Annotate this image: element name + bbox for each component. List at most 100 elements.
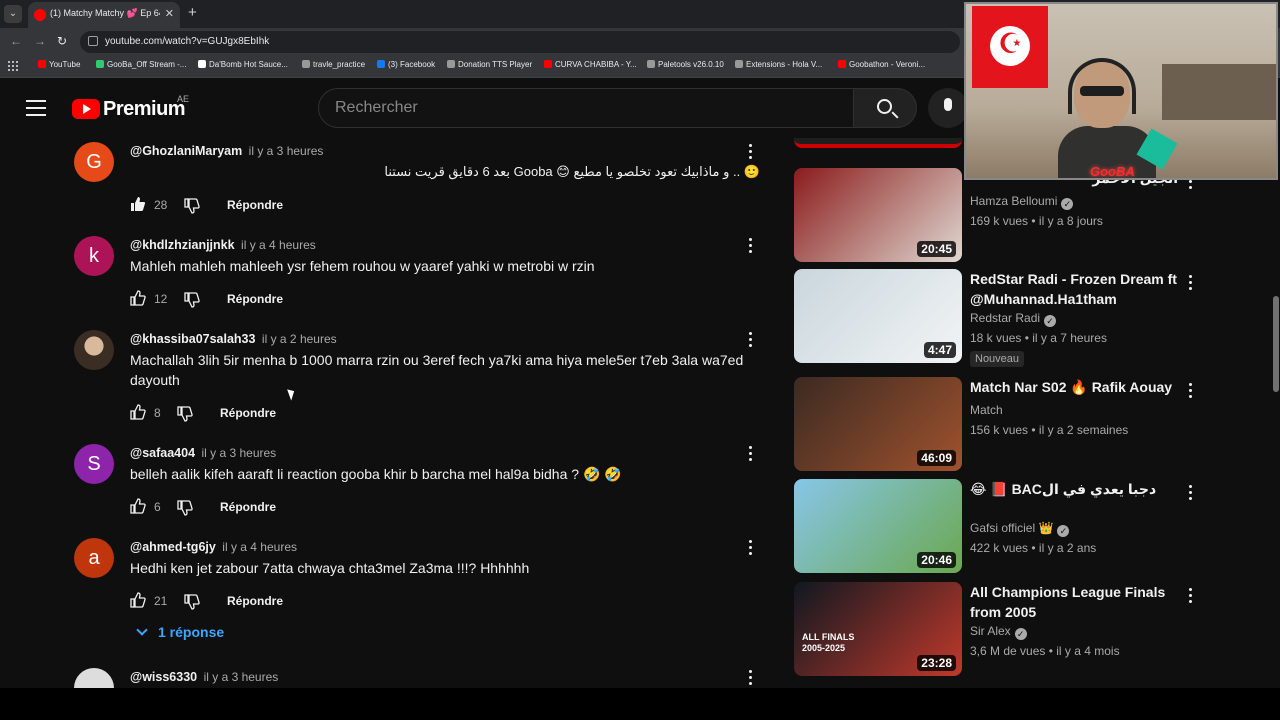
search-button[interactable] — [853, 88, 917, 128]
bookmark-item[interactable]: Da'Bomb Hot Sauce... — [198, 60, 288, 69]
dislike-icon[interactable] — [177, 500, 193, 516]
comment-more-icon[interactable] — [744, 144, 756, 162]
page-scrollbar[interactable] — [1272, 138, 1280, 688]
comment-time[interactable]: il y a 2 heures — [262, 332, 337, 346]
comment-more-icon[interactable] — [744, 332, 756, 350]
comment-author[interactable]: @wiss6330 — [130, 670, 197, 684]
tab-close-icon[interactable]: ✕ — [165, 7, 174, 20]
browser-tab[interactable]: (1) Matchy Matchy 💕 Ep 64: D ✕ — [28, 2, 180, 28]
reply-button[interactable]: Répondre — [227, 292, 283, 306]
comment-more-icon[interactable] — [744, 540, 756, 558]
like-icon[interactable] — [130, 196, 146, 212]
comment-time[interactable]: il y a 3 heures — [249, 144, 324, 158]
comment-time[interactable]: il y a 4 heures — [241, 238, 316, 252]
comment-author[interactable]: @GhozlaniMaryam — [130, 144, 242, 158]
dislike-icon[interactable] — [184, 292, 200, 308]
bookmark-item[interactable]: Goobathon - Veroni... — [838, 60, 925, 69]
microphone-icon[interactable] — [928, 88, 968, 128]
search-box[interactable] — [318, 88, 854, 128]
search-input[interactable] — [335, 89, 835, 127]
video-thumbnail[interactable] — [794, 138, 962, 148]
comment-author[interactable]: @ahmed-tg6jy — [130, 540, 216, 554]
video-more-icon[interactable] — [1185, 275, 1195, 293]
video-channel[interactable]: Redstar Radi ✓ — [970, 311, 1057, 327]
reload-icon[interactable]: ↻ — [57, 34, 67, 48]
avatar[interactable]: S — [74, 444, 114, 484]
video-title[interactable]: Match Nar S02 🔥 Rafik Aouay — [970, 377, 1178, 397]
like-icon[interactable] — [130, 592, 146, 608]
comment-more-icon[interactable] — [744, 238, 756, 256]
comment-author[interactable]: @khdlzhzianjjnkk — [130, 238, 235, 252]
avatar[interactable] — [74, 330, 114, 370]
reply-button[interactable]: Répondre — [227, 594, 283, 608]
channel-name[interactable]: Sir Alex — [970, 624, 1011, 638]
avatar[interactable]: a — [74, 538, 114, 578]
video-more-icon[interactable] — [1185, 588, 1195, 606]
comment-time[interactable]: il y a 3 heures — [204, 670, 279, 684]
like-icon[interactable] — [130, 498, 146, 514]
bookmark-item[interactable]: Extensions - Hola V... — [735, 60, 822, 69]
new-tab-icon[interactable]: + — [188, 4, 197, 21]
channel-name[interactable]: Match — [970, 403, 1003, 417]
video-thumbnail[interactable]: 4:47 — [794, 269, 962, 363]
video-item[interactable]: ALL FINALS 2005-2025 23:28 All Champions L… — [794, 582, 1204, 676]
bookmark-item[interactable]: YouTube — [38, 60, 80, 69]
back-icon[interactable]: ← — [10, 34, 22, 48]
channel-name[interactable]: Gafsi officiel 👑 — [970, 521, 1053, 535]
channel-name[interactable]: Hamza Belloumi — [970, 194, 1057, 208]
video-item[interactable]: 4:47 RedStar Radi - Frozen Dream ft @Muha… — [794, 269, 1204, 367]
dislike-icon[interactable] — [184, 594, 200, 610]
reply-button[interactable]: Répondre — [220, 406, 276, 420]
video-channel[interactable]: Gafsi officiel 👑 ✓ — [970, 521, 1070, 537]
video-thumbnail[interactable]: 46:09 — [794, 377, 962, 471]
youtube-logo-icon[interactable] — [72, 99, 100, 119]
comment-author[interactable]: @khassiba07salah33 — [130, 332, 255, 346]
bookmark-item[interactable]: Donation TTS Player — [447, 60, 532, 69]
view-replies-button[interactable]: 1 réponse — [134, 624, 224, 640]
site-info-icon[interactable] — [88, 36, 98, 46]
url-text[interactable]: youtube.com/watch?v=GUJgx8EbIhk — [105, 36, 269, 47]
bookmark-item[interactable]: travle_practice — [302, 60, 365, 69]
video-item[interactable]: 20:45الجيل الأحمرHamza Belloumi✓169 k vu… — [794, 168, 1204, 262]
forward-icon[interactable]: → — [34, 34, 46, 48]
reply-button[interactable]: Répondre — [220, 500, 276, 514]
video-thumbnail[interactable]: 20:45 — [794, 168, 962, 262]
apps-grid-icon[interactable] — [8, 61, 18, 71]
video-title[interactable]: RedStar Radi - Frozen Dream ft @Muhannad… — [970, 269, 1178, 309]
comment-time[interactable]: il y a 3 heures — [201, 446, 276, 460]
video-meta: 422 k vues • il y a 2 ans — [970, 541, 1097, 555]
scrollbar-thumb[interactable] — [1273, 296, 1279, 392]
comment-time[interactable]: il y a 4 heures — [222, 540, 297, 554]
address-bar[interactable]: youtube.com/watch?v=GUJgx8EbIhk — [80, 31, 960, 53]
avatar[interactable] — [74, 668, 114, 688]
premium-logo-text[interactable]: Premium — [103, 98, 186, 121]
channel-name[interactable]: Redstar Radi — [970, 311, 1040, 325]
comment-more-icon[interactable] — [744, 670, 756, 688]
video-item[interactable]: 46:09 Match Nar S02 🔥 Rafik Aouay Match 156… — [794, 377, 1204, 471]
avatar[interactable]: k — [74, 236, 114, 276]
video-channel[interactable]: Sir Alex ✓ — [970, 624, 1027, 640]
video-title[interactable]: 😂 📕 BACدجبا يعدي في ال — [970, 479, 1178, 499]
bookmark-item[interactable]: (3) Facebook — [377, 60, 435, 69]
bookmark-item[interactable]: CURVA CHABIBA - Y... — [544, 60, 637, 69]
video-channel[interactable]: Match — [970, 403, 1003, 417]
like-icon[interactable] — [130, 290, 146, 306]
comment-author[interactable]: @safaa404 — [130, 446, 195, 460]
video-channel[interactable]: Hamza Belloumi ✓ — [970, 194, 1074, 210]
video-thumbnail[interactable]: ALL FINALS 2005-2025 23:28 — [794, 582, 962, 676]
video-more-icon[interactable] — [1185, 485, 1195, 503]
video-more-icon[interactable] — [1185, 383, 1195, 401]
bookmark-item[interactable]: GooBa_Off Stream -... — [96, 60, 186, 69]
reply-button[interactable]: Répondre — [227, 198, 283, 212]
bookmark-item[interactable]: Paletools v26.0.10 — [647, 60, 724, 69]
tab-search-icon[interactable]: ⌄ — [4, 5, 22, 23]
video-title[interactable]: All Champions League Finals from 2005 — [970, 582, 1178, 622]
like-icon[interactable] — [130, 404, 146, 420]
dislike-icon[interactable] — [184, 198, 200, 214]
avatar[interactable]: G — [74, 142, 114, 182]
menu-icon[interactable] — [26, 100, 46, 116]
video-item[interactable]: 20:46 😂 📕 BACدجبا يعدي في ال Gafsi officie… — [794, 479, 1204, 573]
video-thumbnail[interactable]: 20:46 — [794, 479, 962, 573]
dislike-icon[interactable] — [177, 406, 193, 422]
comment-more-icon[interactable] — [744, 446, 756, 464]
